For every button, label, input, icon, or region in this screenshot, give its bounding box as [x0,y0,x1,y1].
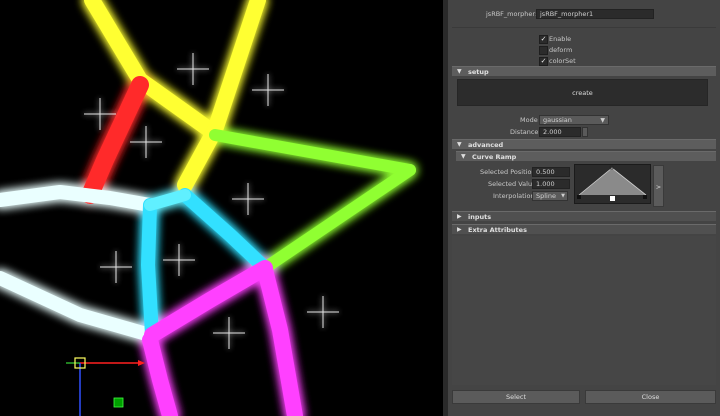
node-name-field[interactable]: jsRBF_morpher1 [536,9,654,19]
section-extra-attributes[interactable]: ▶ Extra Attributes [452,224,716,234]
mode-value: gaussian [543,116,572,124]
close-button[interactable]: Close [585,390,716,404]
selected-position-label: Selected Position [480,168,536,176]
selected-value-label: Selected Value [488,180,537,188]
voronoi-glow-scene [0,0,416,416]
section-title: Curve Ramp [472,153,517,161]
edge-cyan-diagonal [178,188,272,275]
section-curve-ramp[interactable]: ▼ Curve Ramp [456,151,716,161]
edge-cyan-vertical [141,198,159,342]
locator-7 [100,251,132,283]
triangle-down-icon: ▼ [457,141,462,148]
locator-9 [213,317,245,349]
edge-cyan-top [144,189,191,211]
ramp-key-right [643,195,647,199]
selected-position-field[interactable]: 0.500 [532,167,570,177]
distance-slider-handle[interactable] [582,127,588,137]
select-button[interactable]: Select [452,390,580,404]
triangle-right-icon: ▶ [457,226,462,233]
ramp-expand-button[interactable]: > [653,165,664,207]
locator-2 [252,74,284,106]
edge-red [81,76,149,204]
triangle-right-icon: ▶ [457,213,462,220]
chevron-down-icon: ▼ [561,193,565,199]
edge-magenta-left [142,332,178,416]
section-title: Extra Attributes [468,226,527,234]
interpolation-label: Interpolation [493,192,535,200]
edge-yellow-left [84,0,218,138]
editor-empty-area [452,236,716,385]
edge-green-bottom [259,164,416,274]
deform-checkbox[interactable] [539,46,548,55]
locator-6 [163,244,195,276]
checkmark-icon: ✓ [540,35,547,43]
edge-magenta-mid [144,260,273,343]
section-advanced[interactable]: ▼ advanced [452,139,716,149]
interpolation-value: Spline [536,192,556,200]
selected-value-field[interactable]: 1.000 [532,179,570,189]
edge-white-top [0,185,157,212]
edge-white-bottom [0,271,157,342]
colorset-checkbox[interactable]: ✓ [539,57,548,66]
edge-yellow-right [177,0,266,193]
node-name-label: jsRBF_morpher: [486,10,538,18]
ramp-curve-svg [577,165,647,201]
edge-green-top [209,129,416,176]
section-inputs[interactable]: ▶ inputs [452,211,716,221]
mode-dropdown[interactable]: gaussian ▼ [539,115,609,125]
locator-1 [177,53,209,85]
distance-field[interactable]: 2.000 [539,127,581,137]
ramp-key-left [577,195,581,199]
edge-magenta-right [257,262,303,416]
locator-4 [130,126,162,158]
arrow-right-icon: > [655,183,662,191]
triangle-down-icon: ▼ [461,153,466,160]
world-axis-gizmo [66,357,145,416]
mode-label: Mode [520,116,538,124]
triangle-down-icon: ▼ [457,68,462,75]
deform-label: deform [549,46,573,54]
section-title: advanced [468,141,504,149]
section-title: setup [468,68,489,76]
create-button[interactable]: create [457,79,708,106]
locator-5 [232,183,264,215]
curve-ramp-graph[interactable] [574,164,651,204]
enable-checkbox[interactable]: ✓ [539,35,548,44]
distance-label: Distance [510,128,539,136]
locator-8 [307,296,339,328]
enable-label: Enable [549,35,572,43]
separator [452,27,716,28]
section-setup[interactable]: ▼ setup [452,66,716,76]
viewport-3d[interactable] [0,0,443,416]
checkmark-icon: ✓ [540,57,547,65]
ramp-key-selected [610,196,615,201]
chevron-down-icon: ▼ [600,117,605,124]
colorset-label: colorSet [549,57,576,65]
section-title: inputs [468,213,492,221]
locator-3 [84,98,116,130]
interpolation-dropdown[interactable]: Spline ▼ [532,191,568,201]
